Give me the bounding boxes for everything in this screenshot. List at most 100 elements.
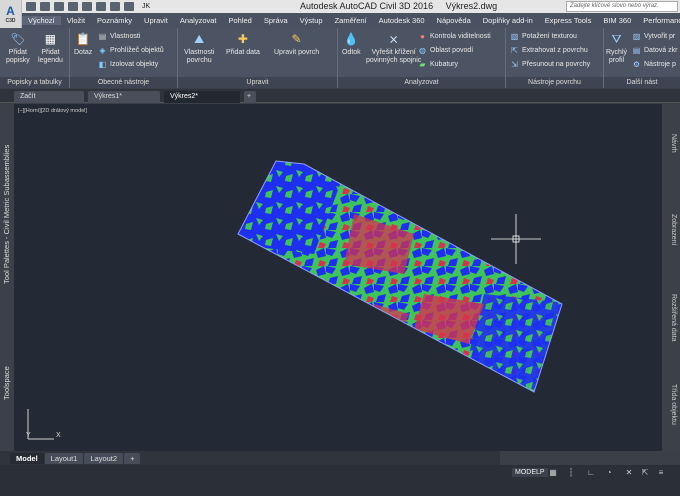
texture-draping-button[interactable]: ▧ Potažení texturou [510,31,577,42]
tab-modify[interactable]: Upravit [138,16,174,25]
panel-analyze: 💧 Odtok ⨯ Vyřešit křížení povinných spojnic… [338,28,506,88]
tools-button[interactable]: ⚙ Nástroje p [632,59,676,70]
viewport-controls[interactable]: [−][Horní][2D drátový model] [18,108,87,114]
surface-drawing [27,160,563,440]
tab-manage[interactable]: Správa [258,16,294,25]
file-tab-bar: Začít Výkres1* Výkres2* + [0,89,680,103]
panel-title-analyze[interactable]: Analyzovat [338,77,505,88]
properties-button[interactable]: ▤ Vlastnosti [98,31,141,42]
data-shortcut-button[interactable]: ▤ Datová zkr [632,45,678,56]
ortho-icon[interactable]: ∟ [586,468,596,477]
resolve-crossing-button[interactable]: ⨯ Vyřešit křížení povinných spojnic [366,31,421,65]
table-icon: ▦ [44,32,57,46]
panel-title-labels[interactable]: Popisky a tabulky [0,77,69,88]
quick-profile-button[interactable]: ⛛ Rychlý profil [606,31,627,65]
volumes-button[interactable]: ▰ Kubatury [418,59,458,70]
surface-properties-button[interactable]: ⛰ Vlastnosti povrchu [184,31,214,65]
panel-title-general[interactable]: Obecné nástroje [70,77,177,88]
surface-elevation-bands [238,161,562,392]
tab-drawing2[interactable]: Výkres2* [164,91,240,103]
layout-tab-bar: Model Layout1 Layout2 + [0,451,500,465]
undo-icon[interactable] [96,2,106,11]
ribbon-tab-bar: Výchozí Vložit Poznámky Upravit Analyzov… [22,13,680,28]
tab-annotate[interactable]: Poznámky [91,16,138,25]
profile-icon: ⛛ [611,32,622,46]
catchment-area-button[interactable]: ◍ Oblast povodí [418,45,473,56]
redo-icon[interactable] [110,2,120,11]
tab-start[interactable]: Začít [14,91,84,103]
tool-palettes-tab[interactable]: Tool Palettes - Civil Metric Subassembli… [2,145,11,284]
annotation-icon[interactable]: ⇱ [640,468,650,477]
save-as-icon[interactable] [68,2,78,11]
object-viewer-button[interactable]: ◈ Prohlížeč objektů [98,45,163,56]
open-icon[interactable] [40,2,50,11]
visibility-icon: ● [420,32,425,41]
visibility-check-button[interactable]: ● Kontrola viditelnosti [418,31,491,42]
tab-performance[interactable]: Performance [637,16,680,25]
tab-output[interactable]: Výstup [294,16,329,25]
drawing-viewport[interactable]: [−][Horní][2D drátový model] Y X [14,104,662,451]
display-tab[interactable]: Zobrazení [670,214,677,246]
texture-icon: ▧ [510,32,519,41]
toolspace-tab[interactable]: Toolspace [2,366,11,400]
new-tab-button[interactable]: + [244,91,256,103]
ucs-y-label: Y [26,432,31,439]
quick-access-toolbar: JK [26,1,150,12]
panel-labels-tables: 🏷 Přidat popisky ▦ Přidat legendu Popisky a … [0,28,70,88]
tab-home[interactable]: Výchozí [22,16,61,25]
tag-icon: 🏷 [10,32,26,46]
snap-icon[interactable]: ┆ [566,468,576,477]
tab-insert[interactable]: Vložit [61,16,91,25]
tab-model[interactable]: Model [10,452,44,464]
model-space-button[interactable]: MODELP [512,468,548,477]
panel-general-tools: 📋 Dotaz ▤ Vlastnosti ◈ Prohlížeč objektů ◧ I… [70,28,178,88]
edit-surface-button[interactable]: ✎ Upravit povrch [274,31,319,57]
move-to-surface-button[interactable]: ⇲ Přesunout na povrchy [510,59,590,70]
catchment-icon: ◍ [419,46,426,55]
tab-analyze[interactable]: Analyzovat [174,16,223,25]
app-badge: A [6,4,15,18]
create-button[interactable]: ▨ Vytvořit pr [632,31,676,42]
extended-data-tab[interactable]: Rozšířená data [670,294,677,341]
add-data-button[interactable]: ✚ Přidat data [226,31,260,57]
grid-icon[interactable]: ▦ [548,468,558,477]
new-icon[interactable] [26,2,36,11]
panel-title-surface-tools: Nástroje povrchu [506,77,603,88]
workspace-name[interactable]: JK [142,3,150,10]
isolate-objects-button[interactable]: ◧ Izolovat objekty [98,59,159,70]
tab-express-tools[interactable]: Express Tools [539,16,598,25]
design-tab[interactable]: Návrh [670,134,677,153]
tab-a360[interactable]: Autodesk 360 [373,16,431,25]
object-class-tab[interactable]: Třída objektu [670,384,677,425]
application-menu-button[interactable]: A C3D [0,0,22,28]
tab-addins[interactable]: Doplňky add-in [477,16,539,25]
print-icon[interactable] [82,2,92,11]
add-labels-button[interactable]: 🏷 Přidat popisky [6,31,30,65]
tab-survey[interactable]: Zaměření [329,16,373,25]
tools-icon: ⚙ [632,60,641,69]
ribbon: 🏷 Přidat popisky ▦ Přidat legendu Popisky a … [0,28,680,88]
save-icon[interactable] [54,2,64,11]
tab-help[interactable]: Nápověda [431,16,477,25]
extract-from-surface-button[interactable]: ⇱ Extrahovat z povrchu [510,45,588,56]
query-button[interactable]: 📋 Dotaz [74,31,92,57]
gear-icon[interactable] [124,2,134,11]
tab-view[interactable]: Pohled [223,16,258,25]
add-data-icon: ✚ [237,32,248,46]
polar-icon[interactable]: ◔ [604,468,614,477]
osnap-icon[interactable]: ✕ [624,468,634,477]
tab-layout1[interactable]: Layout1 [44,452,84,464]
tab-bim360[interactable]: BIM 360 [597,16,637,25]
runoff-button[interactable]: 💧 Odtok [342,31,361,57]
add-legend-button[interactable]: ▦ Přidat legendu [38,31,63,65]
add-layout-button[interactable]: + [124,452,141,464]
tab-drawing1[interactable]: Výkres1* [88,91,160,103]
search-input[interactable]: Zadejte klíčové slovo nebo výraz. [566,1,678,12]
extract-icon: ⇱ [511,46,518,55]
menu-icon[interactable]: ≡ [656,468,666,477]
panel-title-more: Další nást [604,77,680,88]
viewer-icon: ◈ [99,46,106,55]
tab-layout2[interactable]: Layout2 [84,452,124,464]
pencil-icon: ✎ [291,32,302,46]
surface-icon: ⛰ [194,32,205,46]
